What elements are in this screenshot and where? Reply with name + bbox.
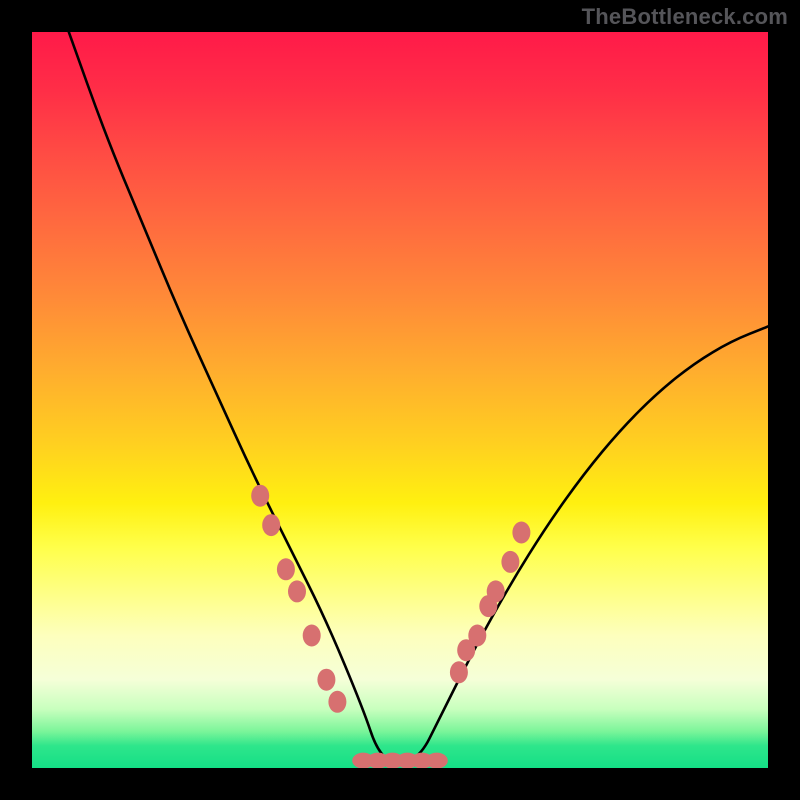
marker-dot [512, 522, 530, 544]
marker-dot [468, 625, 486, 647]
marker-dot [328, 691, 346, 713]
marker-dot [426, 753, 448, 768]
marker-dot [288, 580, 306, 602]
markers-left [251, 485, 346, 713]
marker-dot [501, 551, 519, 573]
marker-dot [487, 580, 505, 602]
markers-bottom [352, 753, 448, 768]
watermark-text: TheBottleneck.com [582, 4, 788, 30]
marker-dot [450, 661, 468, 683]
chart-frame: TheBottleneck.com [0, 0, 800, 800]
marker-dot [262, 514, 280, 536]
markers-right [450, 522, 531, 684]
marker-dot [303, 625, 321, 647]
plot-area [32, 32, 768, 768]
marker-dot [317, 669, 335, 691]
bottleneck-curve [69, 32, 768, 764]
marker-dot [277, 558, 295, 580]
chart-svg [32, 32, 768, 768]
marker-dot [251, 485, 269, 507]
